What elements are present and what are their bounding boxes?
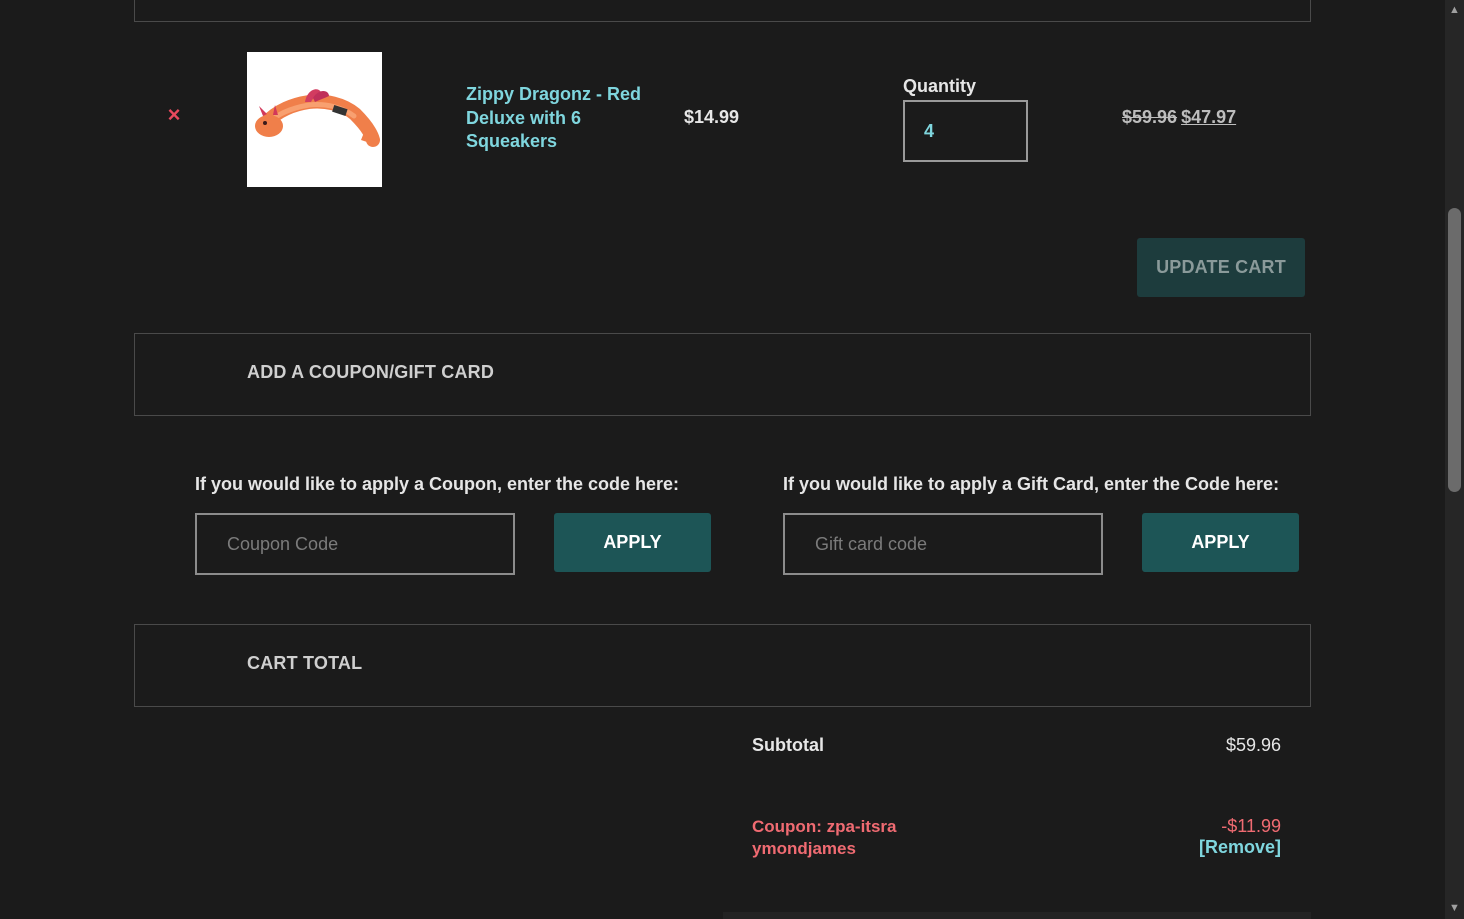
- coupon-section-title: ADD A COUPON/GIFT CARD: [247, 362, 495, 382]
- remove-coupon-link[interactable]: [Remove]: [1199, 837, 1281, 858]
- totals-divider: [723, 912, 1311, 919]
- subtotal-label: Subtotal: [752, 735, 824, 755]
- applied-coupon-label: Coupon: zpa-itsraymondjames: [752, 817, 897, 858]
- product-name-link[interactable]: Zippy Dragonz - Red Deluxe with 6 Squeak…: [466, 83, 646, 154]
- previous-section-box: [134, 0, 1311, 22]
- line-total: $59.96 $47.97: [1122, 107, 1236, 128]
- scroll-down-arrow-icon[interactable]: ▼: [1446, 900, 1463, 916]
- cart-total-title: CART TOTAL: [247, 653, 363, 673]
- original-total: $59.96: [1122, 107, 1178, 127]
- update-cart-button[interactable]: UPDATE CART: [1137, 238, 1305, 297]
- unit-price: $14.99: [684, 107, 740, 127]
- gift-card-input[interactable]: [783, 513, 1103, 575]
- coupon-hint: If you would like to apply a Coupon, ent…: [195, 474, 680, 494]
- coupon-section-header[interactable]: ADD A COUPON/GIFT CARD: [134, 333, 1311, 416]
- cart-total-header: CART TOTAL: [134, 624, 1311, 707]
- scrollbar-thumb[interactable]: [1448, 208, 1461, 492]
- gift-card-hint: If you would like to apply a Gift Card, …: [783, 474, 1280, 494]
- discounted-total: $47.97: [1181, 107, 1237, 127]
- scroll-up-arrow-icon[interactable]: ▲: [1446, 2, 1463, 18]
- dragon-toy-image: [255, 89, 380, 147]
- quantity-input[interactable]: [903, 100, 1028, 162]
- coupon-discount-value: -$11.99: [1221, 816, 1281, 836]
- remove-item-icon[interactable]: ×: [163, 102, 185, 128]
- coupon-code-input[interactable]: [195, 513, 515, 575]
- quantity-label: Quantity: [903, 76, 977, 96]
- product-thumbnail[interactable]: [247, 52, 382, 187]
- apply-coupon-button[interactable]: APPLY: [554, 513, 711, 572]
- subtotal-value: $59.96: [1225, 735, 1281, 755]
- apply-gift-card-button[interactable]: APPLY: [1142, 513, 1299, 572]
